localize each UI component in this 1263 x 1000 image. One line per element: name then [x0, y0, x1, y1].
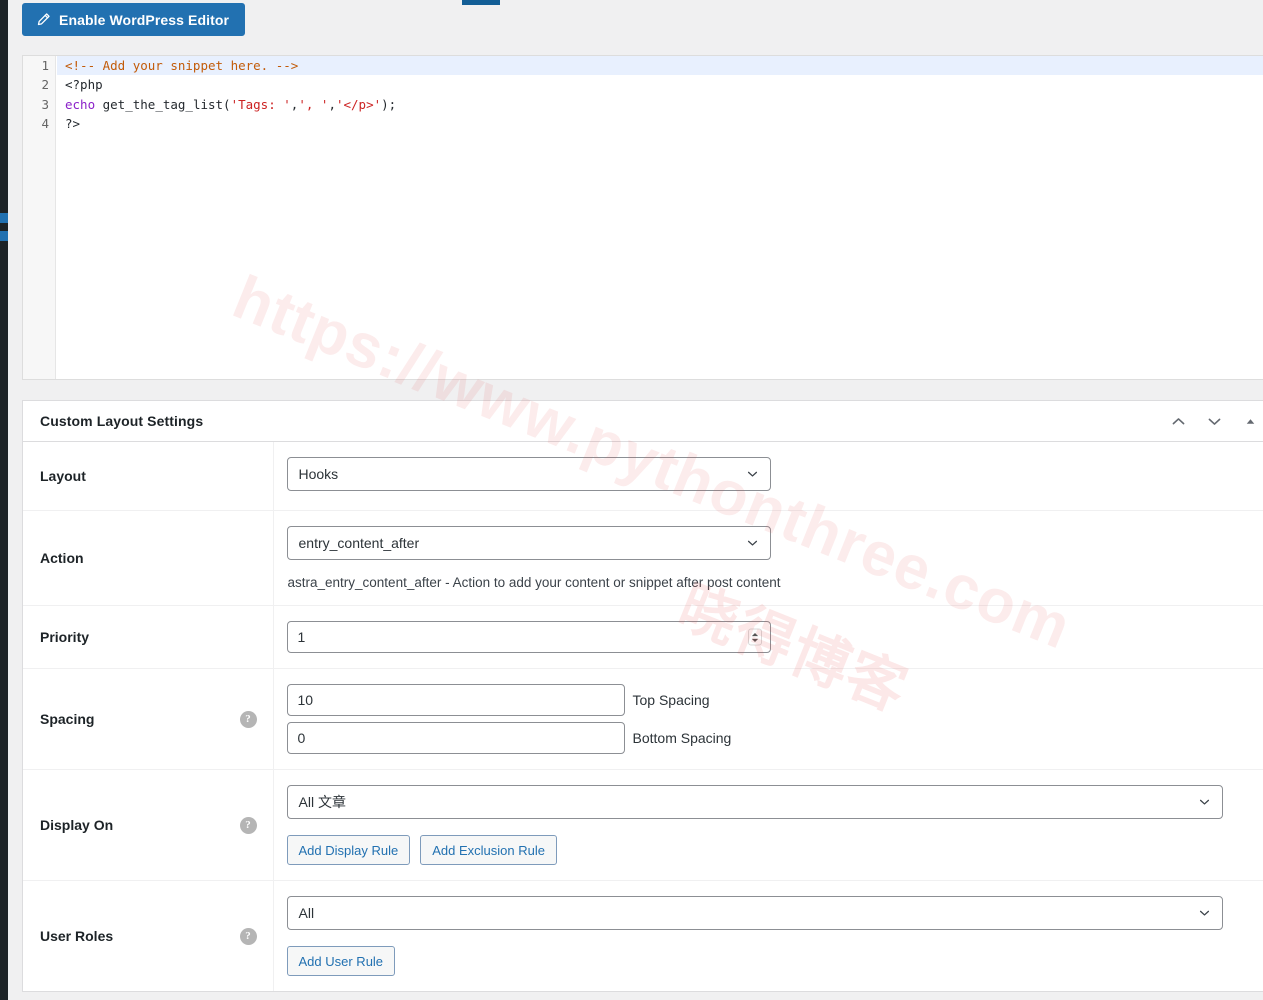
priority-input[interactable] [286, 621, 771, 653]
table-row-action: Action entry_content_after astra_entry_c… [23, 510, 1263, 606]
code-line-number-gutter: 1 2 3 4 [23, 56, 56, 379]
action-select[interactable]: entry_content_after [286, 526, 771, 560]
code-token-comma: , [328, 96, 336, 112]
field-label-priority-cell: Priority [23, 605, 274, 669]
field-control-action-cell: entry_content_after astra_entry_content_… [273, 511, 1263, 606]
code-token-php-close: ?> [65, 115, 81, 131]
field-label-priority: Priority [40, 629, 90, 645]
layout-select[interactable]: Hooks [286, 457, 771, 491]
chevron-up-icon[interactable] [1166, 410, 1190, 434]
top-spacing-row: Top Spacing [286, 684, 1263, 716]
field-control-user-roles-cell: All Add User Rule [273, 881, 1263, 992]
code-line-1[interactable]: <!-- Add your snippet here. --> [57, 56, 1263, 76]
field-label-action: Action [40, 550, 84, 566]
admin-sidebar-rail [0, 0, 8, 1000]
table-row-display-on: Display On ? All 文章 Add Display Rule Add… [23, 769, 1263, 881]
code-line-3[interactable]: echo get_the_tag_list('Tags: ',', ','</p… [57, 95, 1263, 114]
pencil-icon [36, 12, 51, 27]
user-rule-button-row: Add User Rule [286, 946, 1263, 976]
line-number: 2 [41, 77, 49, 93]
action-select-value: entry_content_after [298, 535, 420, 551]
code-line-2[interactable]: <?php [57, 75, 1263, 94]
code-token-php-open: <?php [65, 77, 103, 93]
add-user-rule-button[interactable]: Add User Rule [286, 946, 396, 976]
table-row-spacing: Spacing ? Top Spacing Bottom Spacing [23, 668, 1263, 770]
top-tab-sliver[interactable] [462, 0, 500, 5]
admin-rail-accent-2[interactable] [0, 231, 8, 241]
code-token-string: ', ' [298, 96, 329, 112]
triangle-up-icon[interactable] [1238, 410, 1262, 434]
field-label-layout-cell: Layout [23, 442, 274, 511]
line-number: 3 [41, 96, 49, 112]
field-label-spacing: Spacing [40, 711, 95, 727]
enable-wordpress-editor-label: Enable WordPress Editor [59, 11, 230, 28]
chevron-down-icon [746, 537, 759, 550]
settings-form-table: Layout Hooks Action entry_content_after … [23, 442, 1263, 991]
action-description: astra_entry_content_after - Action to ad… [287, 575, 781, 590]
chevron-down-icon[interactable] [1202, 410, 1226, 434]
table-row-priority: Priority [23, 605, 1263, 669]
display-on-select[interactable]: All 文章 [286, 785, 1223, 819]
field-label-spacing-cell: Spacing ? [23, 668, 274, 770]
line-number: 4 [41, 115, 49, 131]
code-token-end: ); [381, 96, 397, 112]
code-token-fn: get_the_tag_list( [95, 96, 231, 112]
field-control-priority-cell [273, 606, 1263, 669]
admin-rail-accent-1[interactable] [0, 213, 8, 223]
bottom-spacing-input[interactable] [286, 722, 625, 754]
page-root: Enable WordPress Editor 1 2 3 4 <!-- Add… [0, 0, 1263, 1000]
code-line-4[interactable]: ?> [57, 114, 1263, 133]
top-spacing-input[interactable] [286, 684, 625, 716]
field-control-layout-cell: Hooks [273, 442, 1263, 511]
display-on-select-value: All 文章 [298, 794, 346, 810]
code-editor-panel[interactable]: 1 2 3 4 <!-- Add your snippet here. --> … [22, 55, 1263, 380]
code-token-echo: echo [65, 96, 96, 112]
add-display-rule-button[interactable]: Add Display Rule [286, 835, 411, 865]
table-row-layout: Layout Hooks [23, 442, 1263, 511]
chevron-down-icon [1198, 796, 1211, 809]
help-icon[interactable]: ? [239, 710, 257, 728]
help-icon[interactable]: ? [239, 927, 257, 945]
code-token-string: 'Tags: ' [230, 96, 291, 112]
bottom-spacing-row: Bottom Spacing [286, 722, 1263, 754]
code-token-comment: <!-- Add your snippet here. --> [65, 58, 299, 73]
display-rule-button-row: Add Display Rule Add Exclusion Rule [286, 835, 1263, 865]
field-control-spacing-cell: Top Spacing Bottom Spacing [273, 669, 1263, 770]
metabox-header-actions [1166, 401, 1262, 442]
field-label-display-on-cell: Display On ? [23, 769, 274, 881]
help-icon[interactable]: ? [239, 816, 257, 834]
custom-layout-settings-metabox: Custom Layout Settings Layout Hooks Acti… [22, 400, 1263, 992]
field-label-user-roles: User Roles [40, 928, 114, 944]
chevron-down-icon [1198, 907, 1211, 920]
bottom-spacing-label: Bottom Spacing [632, 730, 732, 746]
metabox-header: Custom Layout Settings [23, 401, 1263, 442]
top-spacing-label: Top Spacing [632, 692, 710, 708]
user-roles-select[interactable]: All [286, 896, 1223, 930]
priority-number-wrap [286, 621, 771, 653]
priority-stepper[interactable] [747, 628, 762, 646]
field-label-user-roles-cell: User Roles ? [23, 880, 274, 991]
field-control-display-on-cell: All 文章 Add Display Rule Add Exclusion Ru… [273, 770, 1263, 881]
line-number: 1 [41, 58, 49, 73]
field-label-display-on: Display On [40, 817, 114, 833]
field-label-layout: Layout [40, 468, 86, 484]
enable-wordpress-editor-button[interactable]: Enable WordPress Editor [22, 3, 246, 36]
layout-select-value: Hooks [298, 466, 339, 482]
user-roles-select-value: All [298, 905, 315, 921]
code-lines[interactable]: <!-- Add your snippet here. --> <?php ec… [57, 56, 1263, 133]
field-label-action-cell: Action [23, 510, 274, 606]
code-token-string: '</p>' [335, 96, 382, 112]
table-row-user-roles: User Roles ? All Add User Rule [23, 880, 1263, 992]
add-exclusion-rule-button[interactable]: Add Exclusion Rule [420, 835, 557, 865]
chevron-down-icon [746, 468, 759, 481]
metabox-title: Custom Layout Settings [40, 413, 204, 429]
